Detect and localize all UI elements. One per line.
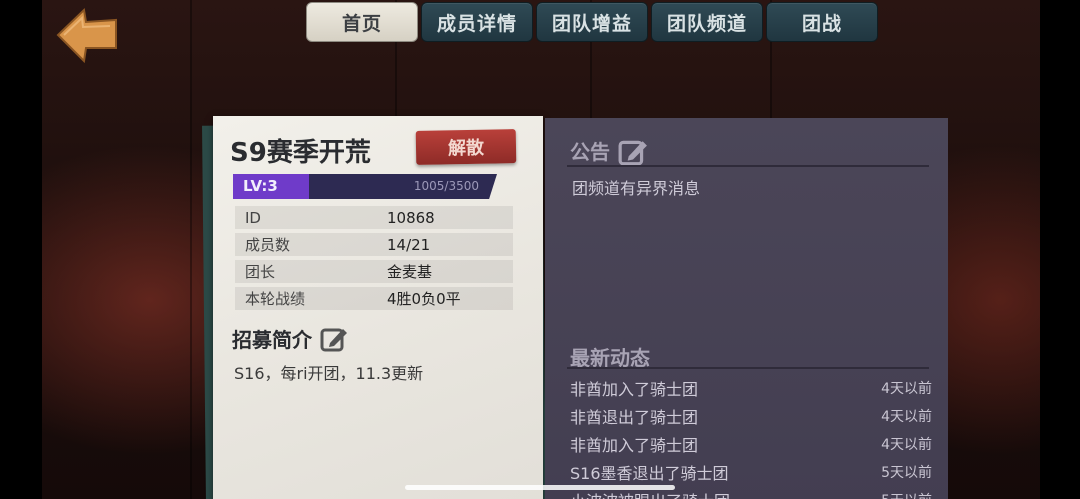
feed-item-time: 5天以前	[881, 465, 932, 481]
team-info-card: S9赛季开荒 解散 LV:3 1005/3500 ID 10868 成员数 14…	[213, 116, 543, 499]
feed-item: 非酋加入了骑士团 4天以前	[570, 374, 932, 402]
notice-divider	[567, 165, 929, 167]
screen-edge-right	[1040, 0, 1080, 499]
notice-panel: 公告 团频道有异界消息 最新动态 非酋加入了骑士团 4天以前 非酋退出了骑士团 …	[545, 118, 948, 499]
level-label: LV:3	[243, 177, 278, 195]
feed-item-time: 4天以前	[881, 409, 932, 425]
back-button[interactable]	[54, 6, 120, 64]
tab-home[interactable]: 首页	[306, 2, 418, 42]
disband-button[interactable]: 解散	[415, 129, 517, 165]
activity-feed: 非酋加入了骑士团 4天以前 非酋退出了骑士团 4天以前 非酋加入了骑士团 4天以…	[570, 374, 932, 499]
feed-divider	[567, 367, 929, 369]
recruit-text: S16，每ri开团，11.3更新	[234, 364, 424, 383]
notice-title: 公告	[570, 140, 610, 164]
info-key: 本轮战绩	[245, 290, 306, 308]
tab-team-channel[interactable]: 团队频道	[651, 2, 763, 42]
info-value: 14/21	[387, 235, 431, 254]
feed-item-time: 5天以前	[881, 490, 932, 499]
tab-bar: 首页 成员详情 团队增益 团队频道 团战	[306, 2, 878, 42]
recruit-heading: 招募简介	[232, 324, 348, 353]
info-key: ID	[245, 208, 261, 227]
edit-recruit-icon[interactable]	[320, 325, 348, 353]
info-value: 金麦基	[387, 263, 433, 281]
feed-item-text: 非酋退出了骑士团	[570, 408, 699, 427]
feed-item: 非酋退出了骑士团 4天以前	[570, 402, 932, 430]
info-row-leader: 团长 金麦基	[235, 260, 513, 283]
notice-heading: 公告	[570, 136, 647, 165]
edit-notice-icon[interactable]	[618, 137, 647, 165]
tab-team-battle[interactable]: 团战	[766, 2, 878, 42]
info-value: 4胜0负0平	[387, 290, 461, 308]
level-progress-bar: LV:3 1005/3500	[233, 174, 497, 199]
home-indicator[interactable]	[405, 485, 675, 490]
info-key: 成员数	[245, 236, 291, 254]
feed-item: S16墨香退出了骑士团 5天以前	[570, 458, 932, 486]
info-row-record: 本轮战绩 4胜0负0平	[235, 287, 513, 310]
team-name: S9赛季开荒	[230, 138, 371, 168]
team-info-table: ID 10868 成员数 14/21 团长 金麦基 本轮战绩 4胜0负0平	[235, 206, 513, 314]
tab-member-details[interactable]: 成员详情	[421, 2, 533, 42]
info-row-members: 成员数 14/21	[235, 233, 513, 256]
feed-item-text: 非酋加入了骑士团	[570, 380, 699, 399]
feed-item-text: S16墨香退出了骑士团	[570, 464, 729, 483]
info-key: 团长	[245, 263, 276, 281]
screen-edge-left	[0, 0, 42, 499]
feed-item-time: 4天以前	[881, 437, 932, 453]
notice-text: 团频道有异界消息	[572, 179, 701, 198]
back-arrow-icon	[56, 7, 117, 64]
info-row-id: ID 10868	[235, 206, 513, 229]
recruit-title: 招募简介	[232, 328, 312, 352]
wood-plank-seam	[190, 0, 192, 499]
feed-item-time: 4天以前	[881, 381, 932, 397]
feed-item: 非酋加入了骑士团 4天以前	[570, 430, 932, 458]
info-value: 10868	[387, 208, 435, 227]
tab-team-buffs[interactable]: 团队增益	[536, 2, 648, 42]
feed-item-text: 非酋加入了骑士团	[570, 436, 699, 455]
level-exp-text: 1005/3500	[413, 179, 479, 193]
